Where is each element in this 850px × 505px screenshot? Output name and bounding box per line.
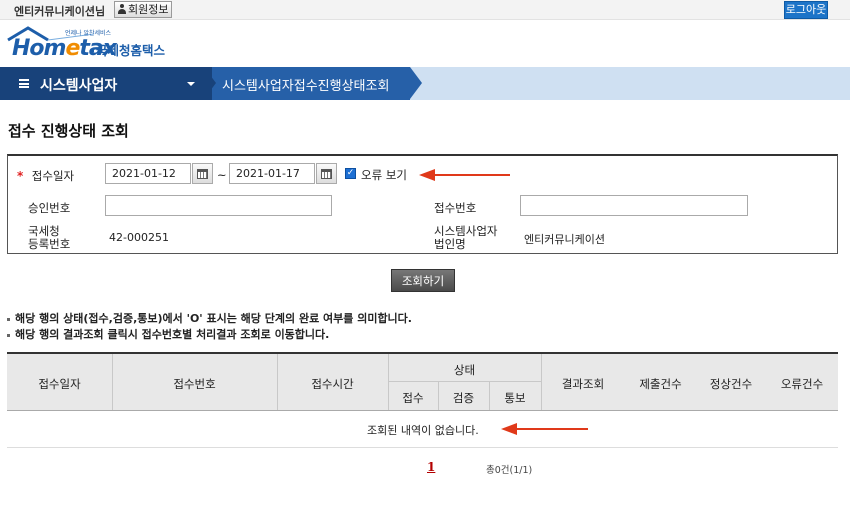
username-label: 엔티커뮤니케이션님: [14, 5, 106, 18]
note-item: 해당 행의 상태(접수,검증,통보)에서 'O' 표시는 해당 단계의 완료 여…: [7, 310, 412, 326]
member-info-button[interactable]: 회원정보: [114, 1, 173, 18]
page-link-1[interactable]: 1: [427, 460, 435, 474]
date-from-input[interactable]: 2021-01-12: [105, 163, 191, 184]
calendar-icon: [197, 168, 208, 179]
th-receipt-no: 접수번호: [173, 377, 216, 391]
search-button[interactable]: 조회하기: [391, 269, 455, 292]
total-count: 총0건(1/1): [486, 465, 533, 476]
date-from-calendar-button[interactable]: [192, 163, 213, 184]
th-receipt-date: 접수일자: [38, 377, 81, 391]
th-status: 상태: [453, 363, 476, 377]
status-subheader-divider: [388, 381, 541, 382]
th-normal-count: 정상건수: [709, 377, 753, 391]
th-receipt-time: 접수시간: [311, 377, 354, 391]
receipt-no-label: 접수번호: [434, 201, 477, 215]
th-status-receipt: 접수: [402, 391, 424, 405]
error-view-label[interactable]: 오류 보기: [361, 167, 407, 183]
checkmark-icon: ✓: [346, 168, 355, 178]
approval-no-input[interactable]: [105, 195, 332, 216]
logout-button[interactable]: 로그아웃: [784, 1, 828, 19]
logo-dot: [91, 49, 94, 52]
date-range-separator: ~: [217, 168, 227, 182]
member-info-label: 회원정보: [128, 3, 169, 16]
sys-biz-name-value: 엔티커뮤니케이션: [524, 233, 605, 246]
nav-divider: [204, 67, 216, 99]
chevron-down-icon[interactable]: [187, 82, 195, 86]
page-title: 접수 진행상태 조회: [8, 122, 129, 140]
receipt-date-label: 접수일자: [31, 169, 75, 183]
logo-org-name: 국세청홈택스: [96, 43, 166, 58]
nts-reg-label: 국세청 등록번호: [28, 224, 71, 251]
th-status-notify: 통보: [504, 391, 526, 405]
receipt-date-label-row: * 접수일자: [17, 168, 74, 184]
annotation-arrow-icon: [501, 423, 517, 435]
date-to-input[interactable]: 2021-01-17: [229, 163, 315, 184]
approval-no-label: 승인번호: [28, 201, 71, 215]
date-to-calendar-button[interactable]: [316, 163, 337, 184]
person-icon: [117, 4, 127, 15]
annotation-arrow-line: [432, 174, 510, 176]
calendar-icon: [321, 168, 332, 179]
th-error-count: 오류건수: [780, 377, 824, 391]
annotation-arrow-line: [514, 428, 588, 430]
receipt-no-input[interactable]: [520, 195, 748, 216]
empty-message: 조회된 내역이 없습니다.: [367, 424, 479, 437]
annotation-arrow-icon: [419, 169, 435, 181]
menu-icon[interactable]: [19, 79, 29, 88]
nts-reg-value: 42-000251: [109, 231, 169, 244]
nav-section-title[interactable]: 시스템사업자: [40, 75, 117, 95]
sys-biz-name-label: 시스템사업자 법인명: [434, 224, 498, 251]
th-submit-count: 제출건수: [639, 377, 682, 391]
logo-tagline: 언제나 알찬세비스: [65, 30, 112, 37]
th-status-verify: 검증: [452, 391, 475, 405]
error-view-checkbox[interactable]: ✓: [345, 168, 356, 179]
note-item: 해당 행의 결과조회 클릭시 접수번호별 처리결과 조회로 이동합니다.: [7, 326, 329, 342]
th-result-view: 결과조회: [561, 377, 605, 391]
required-mark: *: [17, 169, 24, 183]
nav-divider-end: [410, 67, 422, 99]
breadcrumb-current-page[interactable]: 시스템사업자접수진행상태조회: [222, 75, 389, 94]
